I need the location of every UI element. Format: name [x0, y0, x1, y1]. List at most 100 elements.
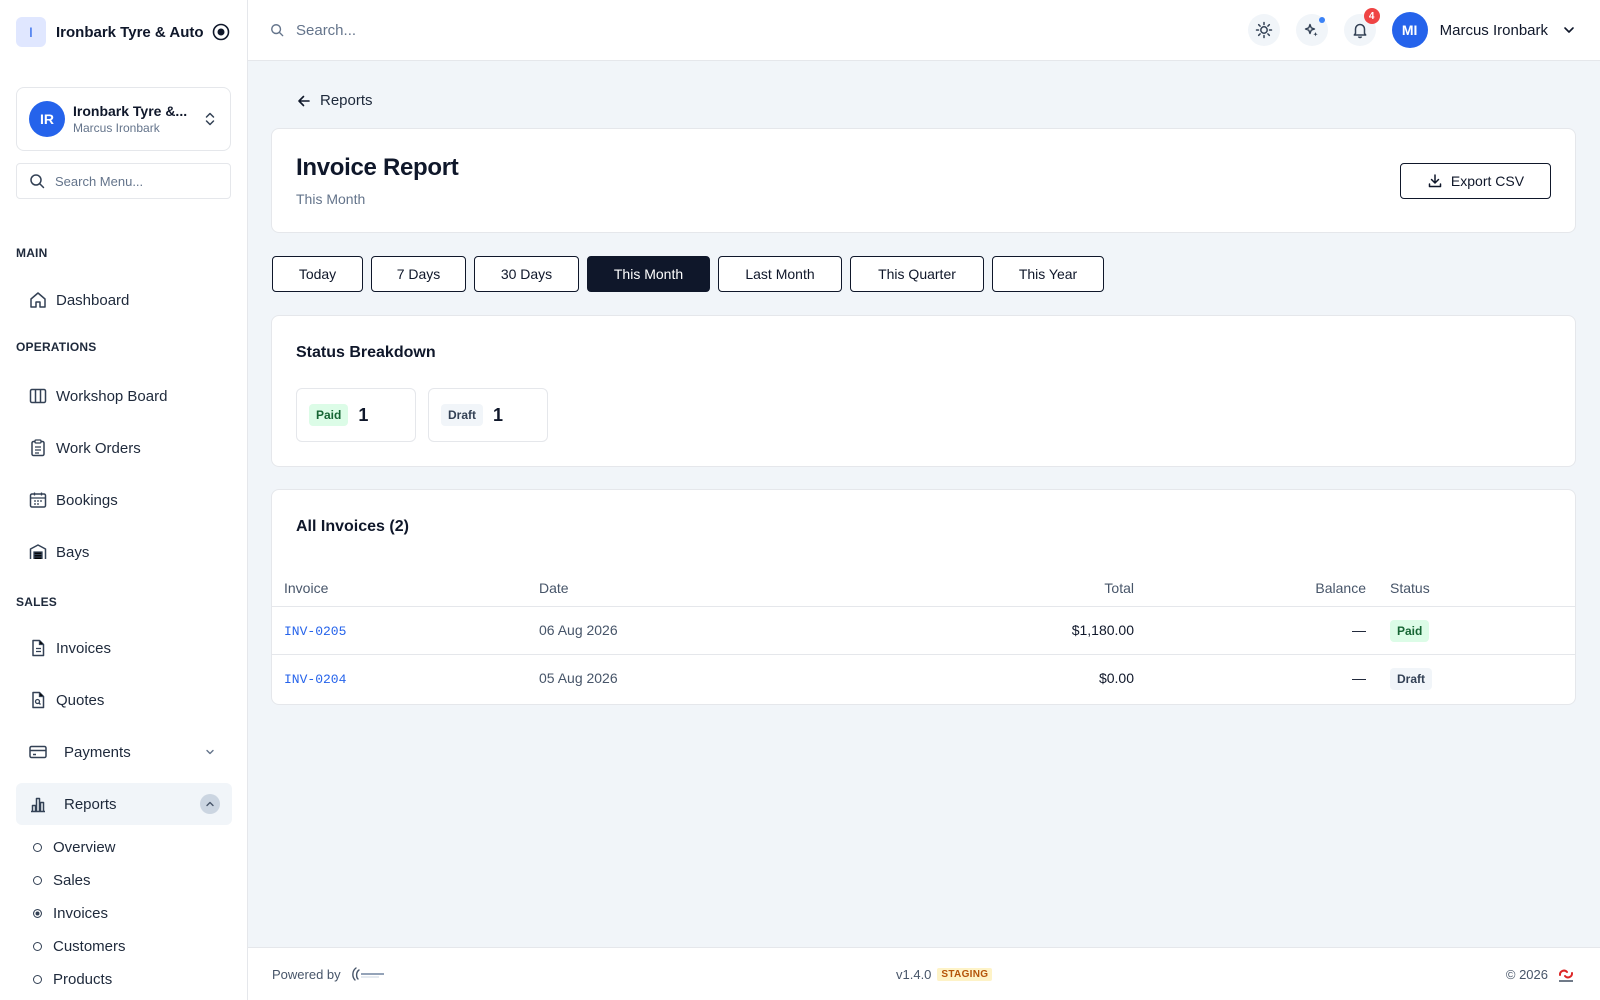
file-text-icon: [28, 638, 48, 658]
report-header-card: Invoice Report This Month Export CSV: [271, 128, 1576, 233]
sidebar-subitem-invoices[interactable]: Invoices: [33, 905, 108, 922]
range-tab-7-days[interactable]: 7 Days: [371, 256, 466, 292]
radio-selected-icon: [33, 909, 42, 918]
sidebar-item-label: Bookings: [56, 491, 118, 509]
sidebar: I Ironbark Tyre & Auto IR Ironbark Tyre …: [0, 0, 248, 1000]
sidebar-item-work-orders[interactable]: Work Orders: [16, 427, 232, 469]
user-menu[interactable]: MI Marcus Ironbark: [1391, 12, 1576, 48]
sidebar-item-workshop-board[interactable]: Workshop Board: [16, 375, 232, 417]
arrow-left-icon: [296, 93, 312, 109]
sidebar-item-payments[interactable]: Payments: [16, 731, 232, 773]
user-name: Marcus Ironbark: [1439, 21, 1548, 39]
copyright: © 2026: [1506, 965, 1576, 983]
brand-name: Ironbark Tyre & Auto: [56, 23, 204, 41]
sidebar-subitem-label: Invoices: [53, 905, 109, 922]
notifications-button[interactable]: 4: [1343, 8, 1380, 46]
sidebar-item-bays[interactable]: Bays: [16, 531, 232, 573]
invoices-table-card: All Invoices (2) Invoice Date Total Bala…: [271, 489, 1576, 705]
range-tab-last-month[interactable]: Last Month: [718, 256, 842, 292]
chevron-down-icon: [1562, 23, 1576, 37]
vendor-logo-icon[interactable]: [349, 964, 387, 984]
range-tab-this-month[interactable]: This Month: [587, 256, 710, 292]
footer: Powered by v1.4.0 STAGING © 2026: [248, 947, 1600, 1000]
invoice-date: 05 Aug 2026: [539, 670, 618, 687]
column-header-status: Status: [1390, 579, 1430, 596]
notification-count-badge: 4: [1363, 8, 1380, 24]
org-user: Marcus Ironbark: [73, 121, 160, 135]
topbar: 4 MI Marcus Ironbark: [248, 0, 1600, 61]
sidebar-item-invoices[interactable]: Invoices: [16, 627, 232, 669]
sidebar-item-quotes[interactable]: Quotes: [16, 679, 232, 721]
download-icon: [1428, 174, 1442, 188]
invoices-table-title: All Invoices (2): [296, 518, 409, 535]
sidebar-item-reports[interactable]: Reports: [16, 783, 232, 825]
sidebar-item-label: Payments: [64, 743, 131, 761]
status-badge: Draft: [441, 404, 484, 426]
page-subtitle: This Month: [296, 191, 366, 207]
sidebar-subitem-overview[interactable]: Overview: [33, 839, 116, 856]
search-icon: [29, 173, 45, 189]
sidebar-toggle-icon[interactable]: [211, 22, 231, 42]
menu-search-input[interactable]: [55, 173, 205, 189]
brand-header: I Ironbark Tyre & Auto: [0, 0, 247, 64]
table-row[interactable]: INV-0204 05 Aug 2026 $0.00 — Draft: [272, 653, 1575, 702]
menu-search: [16, 163, 231, 199]
sidebar-subitem-label: Products: [53, 971, 113, 988]
global-search: [270, 21, 1232, 39]
chevron-up-icon[interactable]: [200, 794, 220, 814]
sidebar-item-label: Workshop Board: [56, 387, 168, 405]
org-switcher[interactable]: IR Ironbark Tyre &... Marcus Ironbark: [16, 87, 231, 151]
range-tab-today[interactable]: Today: [272, 256, 363, 292]
table-row[interactable]: INV-0205 06 Aug 2026 $1,180.00 — Paid: [272, 605, 1575, 654]
copyright-label: © 2026: [1505, 966, 1548, 982]
sidebar-item-label: Work Orders: [56, 439, 141, 457]
section-label-sales: SALES: [16, 595, 58, 609]
ai-assistant-button[interactable]: [1295, 14, 1328, 46]
app-version: v1.4.0 STAGING: [896, 967, 993, 982]
range-tab-this-quarter[interactable]: This Quarter: [850, 256, 984, 292]
status-stat-paid: Paid 1: [296, 388, 416, 442]
calendar-icon: [28, 490, 48, 510]
back-to-reports-link[interactable]: Reports: [288, 92, 373, 109]
company-logo-icon[interactable]: [1556, 965, 1576, 983]
global-search-input[interactable]: [296, 21, 596, 39]
kanban-icon: [28, 386, 48, 406]
home-icon: [28, 290, 48, 310]
sidebar-subitem-label: Overview: [53, 839, 116, 856]
bell-icon: [1351, 21, 1369, 39]
status-breakdown-card: Status Breakdown Paid 1 Draft 1: [271, 315, 1576, 467]
invoice-number-link[interactable]: INV-0204: [284, 672, 346, 687]
theme-toggle-button[interactable]: [1247, 14, 1280, 46]
file-search-icon: [28, 690, 48, 710]
range-tab-30-days[interactable]: 30 Days: [474, 256, 579, 292]
sidebar-subitem-products[interactable]: Products: [33, 971, 112, 988]
sidebar-item-bookings[interactable]: Bookings: [16, 479, 232, 521]
status-badge: Paid: [309, 404, 349, 426]
sidebar-item-label: Dashboard: [56, 291, 130, 309]
unread-dot: [1318, 17, 1325, 23]
powered-by: Powered by: [272, 964, 387, 984]
invoice-number-link[interactable]: INV-0205: [284, 624, 346, 639]
bar-chart-icon: [28, 794, 48, 814]
export-csv-button[interactable]: Export CSV: [1400, 163, 1551, 199]
circle-icon: [33, 942, 42, 951]
sparkles-icon: [1303, 21, 1321, 39]
sidebar-item-dashboard[interactable]: Dashboard: [16, 279, 232, 321]
column-header-date: Date: [539, 579, 569, 596]
column-header-balance: Balance: [1315, 579, 1366, 596]
range-tab-this-year[interactable]: This Year: [992, 256, 1104, 292]
invoice-date: 06 Aug 2026: [539, 622, 618, 638]
status-stat-draft: Draft 1: [428, 388, 548, 442]
invoice-total: $1,180.00: [1071, 622, 1134, 638]
sidebar-subitem-label: Sales: [53, 872, 91, 889]
sidebar-subitem-customers[interactable]: Customers: [33, 938, 126, 955]
environment-badge: STAGING: [937, 967, 993, 981]
page-title: Invoice Report: [296, 154, 459, 181]
circle-icon: [33, 843, 42, 852]
sidebar-item-label: Bays: [56, 543, 90, 561]
sidebar-item-label: Invoices: [56, 639, 112, 657]
sidebar-subitem-sales[interactable]: Sales: [33, 872, 91, 889]
chevron-down-icon[interactable]: [200, 742, 220, 762]
column-header-total: Total: [1104, 579, 1134, 596]
invoice-balance: —: [1352, 622, 1366, 638]
